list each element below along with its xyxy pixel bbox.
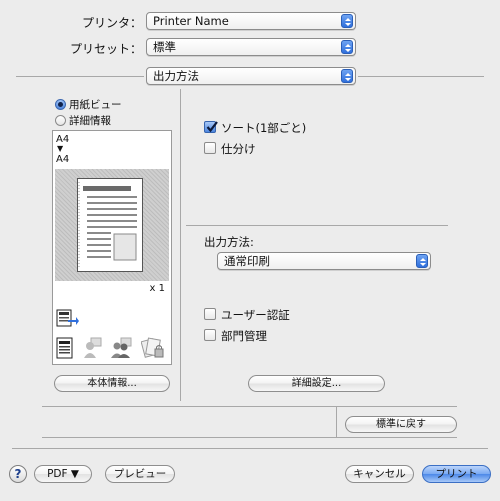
radio-detail-info-label: 詳細情報 bbox=[69, 115, 111, 127]
sort-label: ソート(1部ごと) bbox=[221, 121, 307, 135]
tray-icon bbox=[56, 309, 79, 327]
reset-defaults-button[interactable]: 標準に戻す bbox=[345, 416, 457, 433]
offset-label: 仕分け bbox=[221, 142, 256, 156]
output-method-select[interactable]: 通常印刷 bbox=[217, 252, 431, 270]
page-thumbnail-icon bbox=[77, 178, 143, 272]
preset-label: プリセット： bbox=[69, 42, 142, 56]
popup-arrows-icon bbox=[416, 254, 428, 268]
document-icon bbox=[56, 337, 73, 359]
preset-select-value: 標準 bbox=[153, 40, 176, 54]
printer-select-value: Printer Name bbox=[153, 14, 229, 28]
divider bbox=[12, 448, 488, 449]
preset-select[interactable]: 標準 bbox=[146, 38, 356, 56]
output-method-label: 出力方法: bbox=[204, 235, 254, 249]
offset-checkbox[interactable] bbox=[204, 142, 216, 154]
checkmark-icon bbox=[206, 121, 218, 133]
copies-count: x 1 bbox=[149, 283, 165, 294]
down-arrow-icon: ▼ bbox=[57, 144, 64, 153]
preview-button[interactable]: プレビュー bbox=[105, 465, 175, 483]
pdf-menu-button[interactable]: PDF ▼ bbox=[34, 465, 92, 483]
lock-document-icon bbox=[141, 337, 164, 358]
divider bbox=[186, 225, 448, 226]
page-area bbox=[55, 169, 169, 281]
output-method-value: 通常印刷 bbox=[224, 254, 270, 268]
popup-arrows-icon bbox=[341, 14, 353, 28]
help-button[interactable]: ? bbox=[9, 465, 27, 483]
device-info-button[interactable]: 本体情報... bbox=[54, 375, 170, 392]
sort-checkbox[interactable] bbox=[204, 121, 218, 133]
radio-paper-view[interactable] bbox=[55, 99, 66, 110]
divider bbox=[42, 406, 457, 407]
user-auth-label: ユーザー認証 bbox=[221, 308, 290, 322]
column-divider bbox=[180, 89, 181, 401]
popup-arrows-icon bbox=[341, 69, 353, 83]
cancel-button[interactable]: キャンセル bbox=[345, 465, 414, 483]
radio-detail-info[interactable] bbox=[55, 115, 66, 126]
divider bbox=[336, 406, 337, 438]
popup-arrows-icon bbox=[341, 40, 353, 54]
detail-settings-button[interactable]: 詳細設定... bbox=[248, 375, 385, 392]
print-button[interactable]: プリント bbox=[422, 465, 491, 483]
divider bbox=[16, 76, 144, 77]
printer-label: プリンタ： bbox=[81, 16, 142, 30]
panel-select-value: 出力方法 bbox=[153, 69, 199, 83]
output-paper-size: A4 bbox=[56, 154, 70, 165]
divider bbox=[358, 76, 484, 77]
printer-select[interactable]: Printer Name bbox=[146, 12, 356, 30]
user-auth-checkbox[interactable] bbox=[204, 308, 216, 320]
user-icon bbox=[84, 337, 102, 358]
radio-paper-view-label: 用紙ビュー bbox=[69, 99, 122, 111]
dept-management-checkbox[interactable] bbox=[204, 329, 216, 341]
users-icon bbox=[111, 337, 132, 358]
paper-preview-box: A4 ▼ A4 x 1 bbox=[52, 130, 172, 365]
dept-management-label: 部門管理 bbox=[221, 329, 267, 343]
divider bbox=[42, 437, 457, 438]
panel-select[interactable]: 出力方法 bbox=[146, 67, 356, 85]
